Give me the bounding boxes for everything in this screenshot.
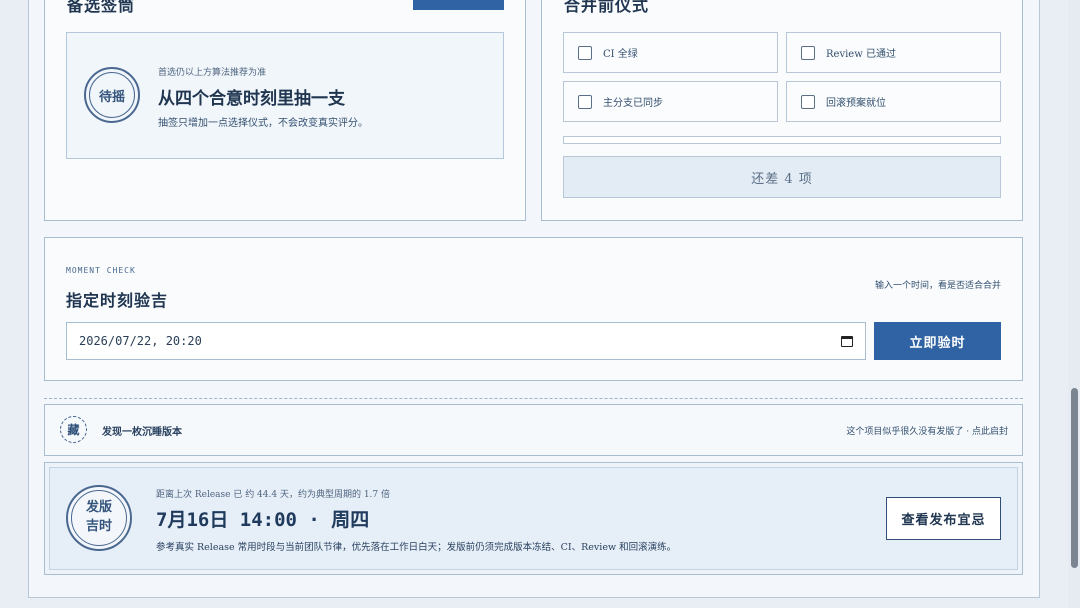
- progress-bar: [563, 136, 1001, 144]
- calendar-icon[interactable]: [841, 335, 853, 347]
- lot-headline: 从四个合意时刻里抽一支: [158, 89, 345, 109]
- check-ci[interactable]: CI 全绿: [563, 32, 778, 73]
- view-release-advice-button[interactable]: 查看发布宜忌: [886, 497, 1001, 540]
- pending-seal-label: 待摇: [98, 89, 125, 105]
- check-review[interactable]: Review 已通过: [786, 32, 1001, 73]
- hide-seal: 藏: [60, 416, 87, 443]
- release-seal: 发版 吉时: [66, 485, 132, 551]
- check-label: CI 全绿: [603, 49, 638, 60]
- release-seal-label: 发版 吉时: [85, 500, 112, 534]
- moment-note: 输入一个时间，看是否适合合并: [874, 281, 1001, 291]
- lot-title: 备选签筒: [67, 0, 136, 15]
- check-moment-button[interactable]: 立即验时: [874, 322, 1001, 360]
- lot-hint: 首选仍以上方算法推荐为准: [158, 68, 267, 78]
- release-time: 7月16日 14:00 · 周四: [156, 509, 370, 531]
- check-label: Review 已通过: [826, 49, 896, 60]
- moment-title: 指定时刻验吉: [66, 291, 169, 310]
- pending-seal: 待摇: [84, 67, 140, 123]
- dormant-text: 发现一枚沉睡版本: [102, 427, 182, 438]
- hide-seal-label: 藏: [67, 423, 80, 437]
- checkbox[interactable]: [801, 45, 815, 60]
- release-meta: 距离上次 Release 已 约 44.4 天，约为典型周期的 1.7 倍: [156, 490, 390, 500]
- check-label: 主分支已同步: [603, 98, 663, 109]
- check-rollback[interactable]: 回滚预案就位: [786, 81, 1001, 122]
- divider: [44, 398, 1023, 399]
- ritual-title: 合并前仪式: [564, 0, 650, 15]
- dormant-hint[interactable]: 这个项目似乎很久没有发版了 · 点此启封: [846, 424, 1008, 437]
- datetime-input[interactable]: 2026/07/22, 20:20: [66, 322, 866, 360]
- check-label: 回滚预案就位: [826, 98, 886, 109]
- datetime-value: 2026/07/22, 20:20: [79, 334, 202, 348]
- check-sync[interactable]: 主分支已同步: [563, 81, 778, 122]
- scrollbar-thumb[interactable]: [1071, 388, 1078, 568]
- moment-eyebrow: MOMENT CHECK: [66, 266, 136, 275]
- checkbox[interactable]: [578, 45, 592, 60]
- release-desc: 参考真实 Release 常用时段与当前团队节律，优先落在工作日白天；发版前仍须…: [156, 542, 677, 553]
- checkbox[interactable]: [801, 94, 815, 109]
- top-action-button[interactable]: [413, 0, 504, 10]
- remaining-button[interactable]: 还差 4 项: [563, 156, 1001, 198]
- lot-desc: 抽签只增加一点选择仪式，不会改变真实评分。: [158, 118, 368, 129]
- checkbox[interactable]: [578, 94, 592, 109]
